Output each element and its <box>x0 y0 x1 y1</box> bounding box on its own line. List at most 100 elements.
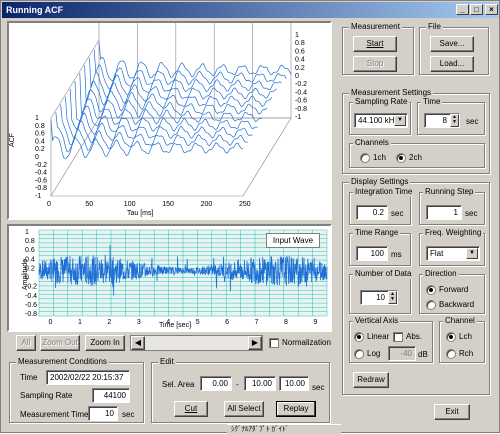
minimize-button[interactable]: _ <box>456 4 469 15</box>
all-button[interactable]: All <box>16 335 36 351</box>
taskbar-label: ｼｸﾞﾅﾙｱﾀﾞﾌﾟﾄ ｶﾞｲﾄﾞ <box>231 426 289 433</box>
wave-ytick: -0.8 <box>25 311 37 318</box>
measurement-settings-group: Measurement Settings Sampling Rate 44.10… <box>342 88 490 174</box>
cut-button-label: Cut <box>184 404 198 413</box>
radio-linear[interactable] <box>354 332 364 342</box>
acf-back-wall <box>98 0 292 119</box>
title-bar[interactable]: Running ACF <box>2 2 499 18</box>
main-window: Running ACF _ □ × 1 0.8 0.6 0.4 0.2 0 -0.2 -0.4… <box>0 0 500 434</box>
radio-rch[interactable] <box>446 349 456 359</box>
measurement-time-label: Measurement Time <box>20 410 89 419</box>
zoom-in-button[interactable]: Zoom In <box>85 335 125 351</box>
radio-backward[interactable] <box>426 300 436 310</box>
all-select-button[interactable]: All Select <box>224 401 264 417</box>
save-button[interactable]: Save... <box>430 36 474 52</box>
time-spinner[interactable]: ▲ ▼ <box>450 114 459 127</box>
time-value: 2002/02/22 20:15:37 <box>46 370 130 385</box>
normalization-checkbox[interactable] <box>269 338 279 348</box>
sel-area-start-input[interactable]: 0.00 <box>200 376 232 391</box>
acf-xlabel: Tau [ms] <box>127 210 154 217</box>
stop-button-label: Stop <box>366 59 384 68</box>
radio-log[interactable] <box>354 349 364 359</box>
time-unit: sec <box>466 117 479 126</box>
scroll-right-button[interactable]: ▶ <box>248 336 262 350</box>
acf-ytick: 0.8 <box>35 123 45 130</box>
time-label: Time <box>20 373 38 382</box>
sampling-rate-selected: 44.100 kHz <box>358 116 399 125</box>
acf-ztick: -0.4 <box>295 89 307 96</box>
chevron-down-icon[interactable]: ▼ <box>466 248 478 259</box>
channels-title: Channels <box>353 138 391 148</box>
load-button[interactable]: Load... <box>430 56 474 72</box>
wave-ytick: -0.6 <box>25 302 37 309</box>
measurement-group: Measurement Start Stop <box>342 22 414 75</box>
acf-xtick: 250 <box>239 201 251 208</box>
acf-ztick: 0.6 <box>295 48 305 55</box>
radio-2ch[interactable] <box>396 153 406 163</box>
acf-ytick: 1 <box>35 115 39 122</box>
display-settings-title: Display Settings <box>349 177 411 187</box>
integration-time-title: Integration Time <box>353 187 415 197</box>
scroll-left-button[interactable]: ◀ <box>131 336 145 350</box>
maximize-button[interactable]: □ <box>470 4 483 15</box>
running-step-input[interactable]: 1 <box>426 205 462 220</box>
abs-checkbox-label: Abs. <box>406 332 423 341</box>
sel-area-dash: - <box>236 380 239 389</box>
sampling-rate-select[interactable]: 44.100 kHz ▼ <box>354 113 408 128</box>
wave-xtick: 1 <box>78 319 82 326</box>
time-range-input[interactable]: 100 <box>356 246 388 261</box>
number-of-data-title: Number of Data <box>353 269 414 279</box>
freq-weighting-select[interactable]: Flat ▼ <box>426 246 480 261</box>
cut-button[interactable]: Cut <box>174 401 208 417</box>
integration-time-input[interactable]: 0.2 <box>356 205 388 220</box>
wave-xtick: 3 <box>137 319 141 326</box>
wave-xtick: 5 <box>196 319 200 326</box>
acf-ztick: 0.8 <box>295 40 305 47</box>
number-of-data-group: Number of Data 10 ▲ ▼ <box>349 269 414 314</box>
vertical-axis-title: Vertical Axis <box>353 316 401 326</box>
sel-area-end-input[interactable]: 10.00 <box>244 376 276 391</box>
running-step-title: Running Step <box>423 187 476 197</box>
sampling-rate-group: Sampling Rate 44.100 kHz ▼ <box>349 97 411 135</box>
radio-rch-label: Rch <box>459 349 474 358</box>
all-select-button-label: All Select <box>227 404 261 413</box>
sampling-rate-label: Sampling Rate <box>20 391 73 400</box>
measurement-time-unit: sec <box>122 410 135 419</box>
log-unit: dB <box>418 350 428 359</box>
acf-ytick: 0.4 <box>35 138 45 145</box>
acf-floor <box>50 117 292 197</box>
wave-legend-label: Input Wave <box>272 236 314 245</box>
start-button-label: Start <box>366 39 384 48</box>
radio-lch[interactable] <box>446 332 456 342</box>
acf-xtick: 100 <box>124 201 136 208</box>
measurement-time-value: 10 <box>88 406 118 421</box>
redraw-button[interactable]: Redraw <box>353 372 389 388</box>
exit-button[interactable]: Exit <box>434 404 470 420</box>
vertical-axis-group: Vertical Axis Linear Abs. Log -40 dB <box>349 316 433 363</box>
number-of-data-spinner[interactable]: ▲ ▼ <box>388 291 397 304</box>
radio-lch-label: Lch <box>459 332 472 341</box>
stop-button[interactable]: Stop <box>353 56 397 72</box>
radio-1ch[interactable] <box>360 153 370 163</box>
abs-checkbox[interactable] <box>393 332 403 342</box>
sampling-rate-value: 44100 <box>92 388 130 403</box>
zoom-out-button[interactable]: Zoom Out <box>40 335 80 351</box>
load-button-label: Load... <box>439 59 465 68</box>
horizontal-scrollbar[interactable]: ◀ ▶ <box>130 335 263 351</box>
radio-2ch-label: 2ch <box>409 153 422 162</box>
replay-button[interactable]: Replay <box>276 401 316 417</box>
time-range-title: Time Range <box>353 228 401 238</box>
direction-title: Direction <box>423 269 459 279</box>
acf-ytick: -0.6 <box>35 177 47 184</box>
close-button[interactable]: × <box>485 4 498 15</box>
log-value-input[interactable]: -40 <box>388 346 416 361</box>
chevron-down-icon[interactable]: ▼ <box>394 115 406 126</box>
acf-xtick: 200 <box>201 201 213 208</box>
wave-xtick: 2 <box>107 319 111 326</box>
wave-xtick: 0 <box>49 319 53 326</box>
sel-area-label: Sel. Area <box>162 380 195 389</box>
acf-ztick: 0.2 <box>295 65 305 72</box>
start-button[interactable]: Start <box>353 36 397 52</box>
acf-3d-plot: 10.80.60.40.20-0.2-0.4-0.6-0.8-110.80.60… <box>9 0 307 217</box>
radio-forward[interactable] <box>426 285 436 295</box>
